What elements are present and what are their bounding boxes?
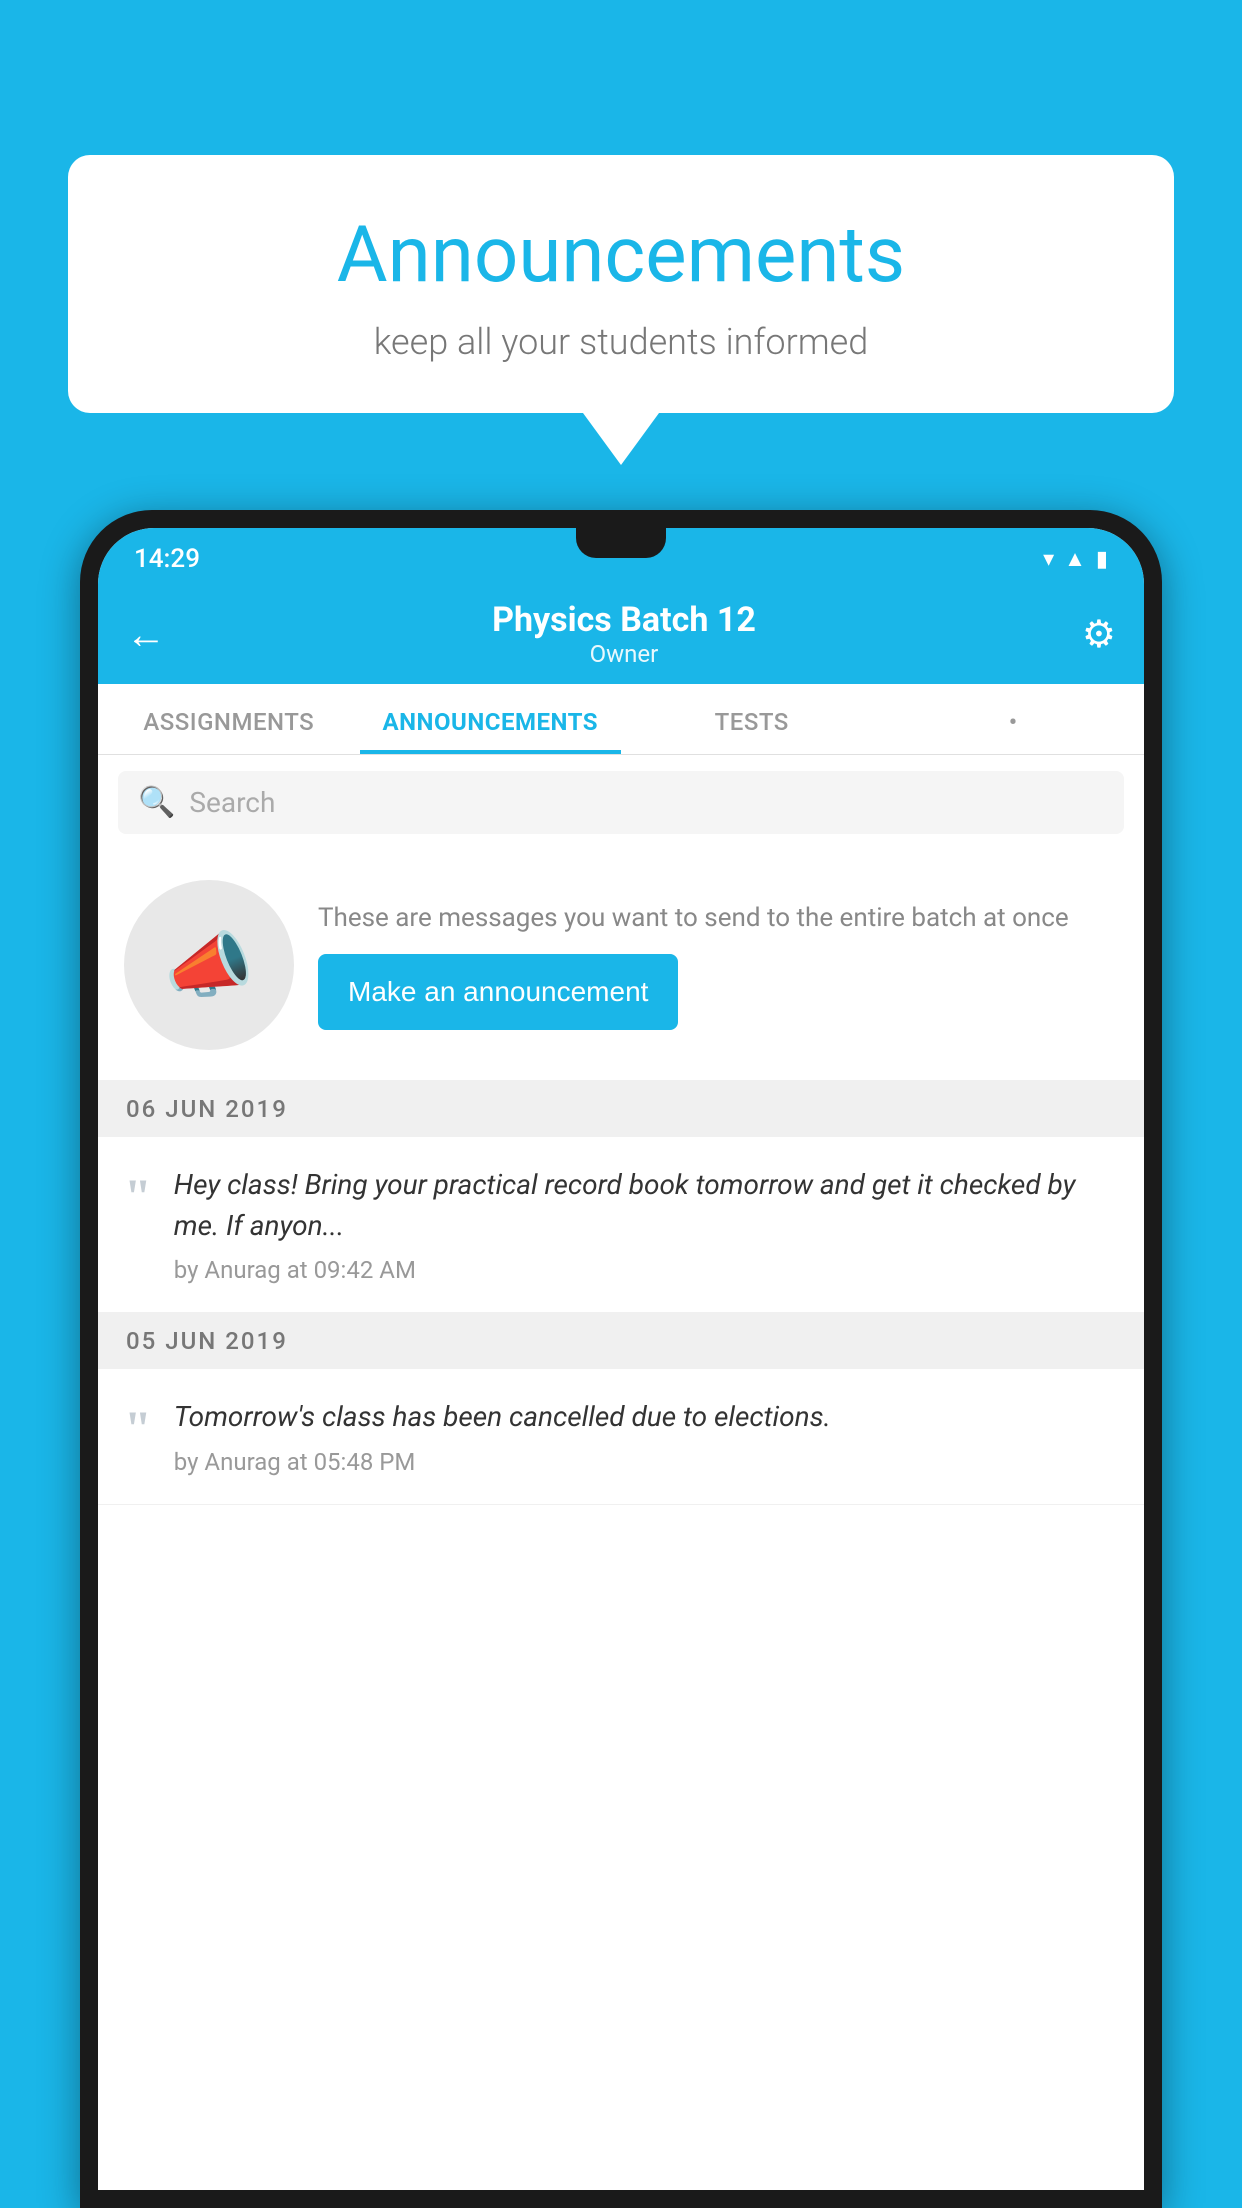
speech-bubble-container: Announcements keep all your students inf… <box>68 155 1174 465</box>
announcement-meta-2: by Anurag at 05:48 PM <box>174 1448 1118 1476</box>
speech-bubble-title: Announcements <box>128 210 1114 301</box>
announcement-item-1[interactable]: " Hey class! Bring your practical record… <box>98 1137 1144 1313</box>
batch-role: Owner <box>492 640 756 668</box>
announcement-text-1: Hey class! Bring your practical record b… <box>174 1165 1118 1246</box>
settings-icon[interactable]: ⚙ <box>1082 612 1116 657</box>
speech-bubble-arrow <box>583 413 659 465</box>
search-placeholder: Search <box>189 786 275 819</box>
wifi-icon: ▾ <box>1043 547 1054 572</box>
tab-more[interactable]: • <box>883 684 1145 754</box>
phone-inner: 14:29 ▾ ▲ ▮ ← Physics Batch 12 Owner ⚙ A… <box>98 528 1144 2190</box>
promo-description: These are messages you want to send to t… <box>318 900 1118 936</box>
notch <box>576 528 666 558</box>
megaphone-icon: 📣 <box>164 923 254 1008</box>
announcement-text-2: Tomorrow's class has been cancelled due … <box>174 1397 1118 1438</box>
quote-icon-2: " <box>124 1403 152 1453</box>
date-divider-2: 05 JUN 2019 <box>98 1313 1144 1369</box>
batch-title: Physics Batch 12 <box>492 600 756 640</box>
date-divider-1: 06 JUN 2019 <box>98 1081 1144 1137</box>
quote-icon-1: " <box>124 1171 152 1221</box>
status-bar: 14:29 ▾ ▲ ▮ <box>98 528 1144 586</box>
status-time: 14:29 <box>134 544 200 574</box>
tab-assignments[interactable]: ASSIGNMENTS <box>98 684 360 754</box>
app-header: ← Physics Batch 12 Owner ⚙ <box>98 586 1144 684</box>
search-box[interactable]: 🔍 Search <box>118 771 1124 834</box>
tabs-container: ASSIGNMENTS ANNOUNCEMENTS TESTS • <box>98 684 1144 755</box>
tab-tests[interactable]: TESTS <box>621 684 883 754</box>
status-icons: ▾ ▲ ▮ <box>1043 546 1108 572</box>
header-title-container: Physics Batch 12 Owner <box>492 600 756 668</box>
back-button[interactable]: ← <box>126 611 166 658</box>
search-icon: 🔍 <box>138 785 175 820</box>
announcement-content-1: Hey class! Bring your practical record b… <box>174 1165 1118 1284</box>
make-announcement-button[interactable]: Make an announcement <box>318 954 678 1030</box>
promo-icon-circle: 📣 <box>124 880 294 1050</box>
promo-right: These are messages you want to send to t… <box>318 900 1118 1030</box>
signal-icon: ▲ <box>1064 546 1086 572</box>
announcement-meta-1: by Anurag at 09:42 AM <box>174 1256 1118 1284</box>
promo-section: 📣 These are messages you want to send to… <box>98 850 1144 1081</box>
speech-bubble: Announcements keep all your students inf… <box>68 155 1174 413</box>
phone-frame: 14:29 ▾ ▲ ▮ ← Physics Batch 12 Owner ⚙ A… <box>80 510 1162 2208</box>
search-container: 🔍 Search <box>98 755 1144 850</box>
announcement-content-2: Tomorrow's class has been cancelled due … <box>174 1397 1118 1476</box>
speech-bubble-subtitle: keep all your students informed <box>128 321 1114 363</box>
tab-announcements[interactable]: ANNOUNCEMENTS <box>360 684 622 754</box>
announcement-item-2[interactable]: " Tomorrow's class has been cancelled du… <box>98 1369 1144 1505</box>
battery-icon: ▮ <box>1096 547 1108 572</box>
